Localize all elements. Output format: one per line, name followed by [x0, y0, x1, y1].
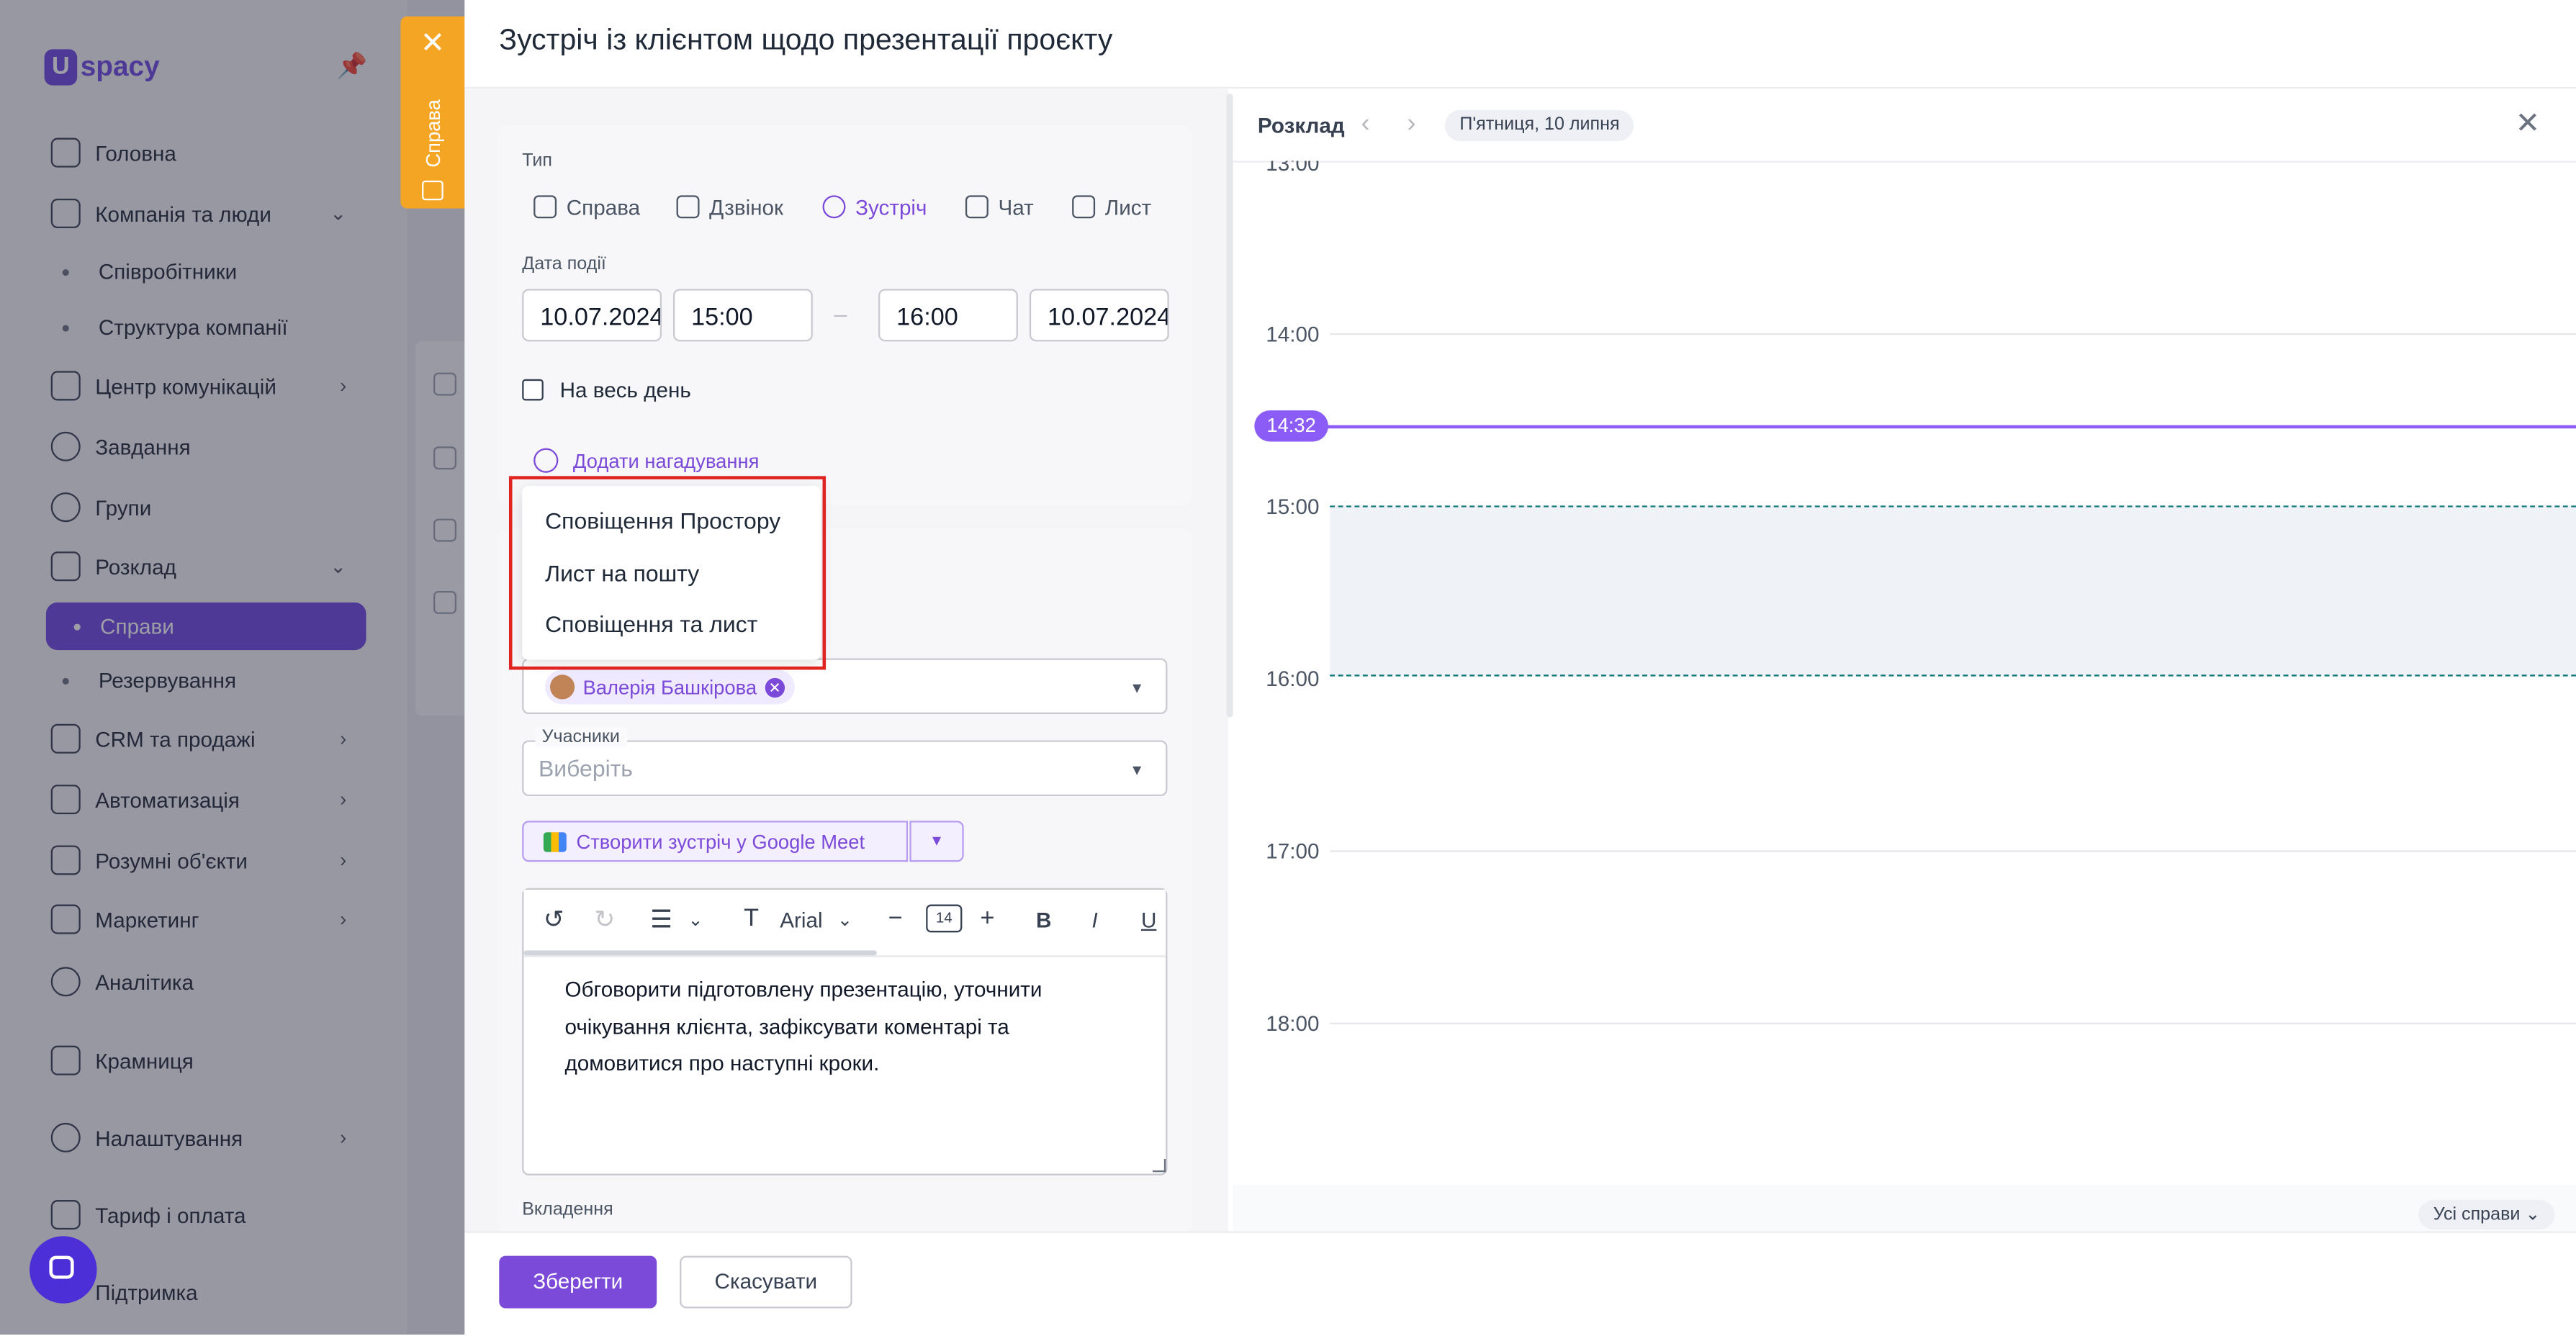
toolbar-scrollbar[interactable]	[523, 950, 877, 956]
redo-icon[interactable]: ↻	[595, 905, 616, 934]
date-label: Дата події	[522, 254, 606, 274]
increase-font-icon[interactable]: +	[980, 905, 994, 933]
hour-label: 17:00	[1266, 839, 1320, 864]
hour-line	[1330, 1022, 2576, 1025]
google-meet-menu-button[interactable]: ▼	[909, 821, 964, 862]
google-meet-icon	[543, 831, 567, 852]
text-style-icon[interactable]: T	[744, 905, 759, 933]
chevron-down-icon[interactable]: ⌄	[688, 909, 703, 931]
highlight-box	[508, 476, 827, 670]
type-label: Тип	[522, 150, 553, 171]
participants-placeholder: Виберіть	[539, 755, 633, 782]
support-chat-button[interactable]	[30, 1236, 97, 1304]
schedule-date[interactable]: П'ятниця, 10 липня	[1444, 109, 1635, 142]
current-time-line	[1297, 425, 2576, 429]
hour-label: 14:00	[1266, 321, 1320, 347]
hour-label: 15:00	[1266, 494, 1320, 519]
dropdown-caret-icon[interactable]: ▼	[1130, 680, 1144, 696]
tab-meeting[interactable]: Зустріч	[822, 192, 927, 222]
event-block[interactable]	[1330, 505, 2576, 677]
align-icon[interactable]: ☰	[650, 905, 672, 934]
column-resize-handle[interactable]	[1226, 93, 1233, 718]
tab-affair[interactable]: Справа	[533, 192, 640, 222]
page-title: Зустріч із клієнтом щодо презентації про…	[499, 22, 1113, 56]
participants-label: Учасники	[535, 727, 627, 747]
tab-chat[interactable]: Чат	[965, 192, 1034, 222]
tab-call[interactable]: Дзвінок	[676, 192, 783, 222]
close-icon[interactable]: ✕	[420, 26, 445, 60]
all-tasks-filter[interactable]: Усі справи ⌄	[2418, 1200, 2555, 1230]
chat-icon	[965, 195, 988, 219]
mail-icon	[1072, 195, 1096, 219]
end-date-input[interactable]: 10.07.2024	[1029, 289, 1169, 342]
resize-handle[interactable]	[1152, 1159, 1166, 1173]
schedule-title: Розклад	[1257, 113, 1345, 138]
end-time-input[interactable]: 16:00	[878, 289, 1018, 342]
range-dash: –	[834, 300, 847, 327]
font-size-input[interactable]: 14	[926, 904, 963, 933]
undo-icon[interactable]: ↺	[544, 905, 564, 934]
hour-line	[1330, 333, 2576, 335]
hour-line	[1330, 850, 2576, 852]
bold-button[interactable]: B	[1036, 908, 1051, 932]
start-time-input[interactable]: 15:00	[673, 289, 813, 342]
italic-button[interactable]: I	[1092, 908, 1098, 932]
schedule-footer	[1233, 1185, 2576, 1232]
phone-icon	[676, 195, 700, 219]
prev-day-button[interactable]: ‹	[1361, 110, 1370, 140]
alarm-icon	[533, 448, 559, 473]
users-icon	[822, 195, 846, 219]
google-meet-button[interactable]: Створити зустріч у Google Meet	[522, 821, 909, 862]
responsible-chip: Валерія Башкірова ✕	[545, 669, 795, 705]
attachments-label: Вкладення	[522, 1200, 613, 1220]
hour-label: 18:00	[1266, 1011, 1320, 1036]
start-date-input[interactable]: 10.07.2024	[522, 289, 662, 342]
font-family-select[interactable]: Arial	[780, 908, 822, 932]
avatar	[549, 674, 575, 700]
side-tab-affair[interactable]: ✕ Справа	[400, 16, 465, 209]
underline-button[interactable]: U	[1141, 908, 1156, 932]
tab-letter[interactable]: Лист	[1072, 192, 1151, 222]
document-icon	[422, 180, 443, 201]
hour-label: 16:00	[1266, 666, 1320, 692]
description-text[interactable]: Обговорити підготовлену презентацію, уто…	[564, 972, 1122, 1083]
next-day-button[interactable]: ›	[1407, 110, 1415, 140]
decrease-font-icon[interactable]: −	[888, 905, 903, 933]
schedule-header	[1233, 89, 2576, 163]
remove-icon[interactable]: ✕	[765, 677, 785, 698]
add-reminder-button[interactable]: Додати нагадування	[573, 450, 760, 473]
chevron-down-icon[interactable]: ⌄	[837, 909, 852, 931]
save-button[interactable]: Зберегти	[499, 1255, 657, 1309]
dropdown-caret-icon[interactable]: ▼	[1130, 762, 1144, 778]
all-day-label: На весь день	[559, 377, 691, 402]
chat-icon	[49, 1255, 74, 1279]
current-time-badge: 14:32	[1254, 410, 1328, 442]
calendar-check-icon	[533, 195, 557, 219]
all-day-checkbox[interactable]	[522, 379, 544, 401]
cancel-button[interactable]: Скасувати	[680, 1255, 852, 1309]
close-schedule-button[interactable]: ✕	[2516, 107, 2540, 141]
